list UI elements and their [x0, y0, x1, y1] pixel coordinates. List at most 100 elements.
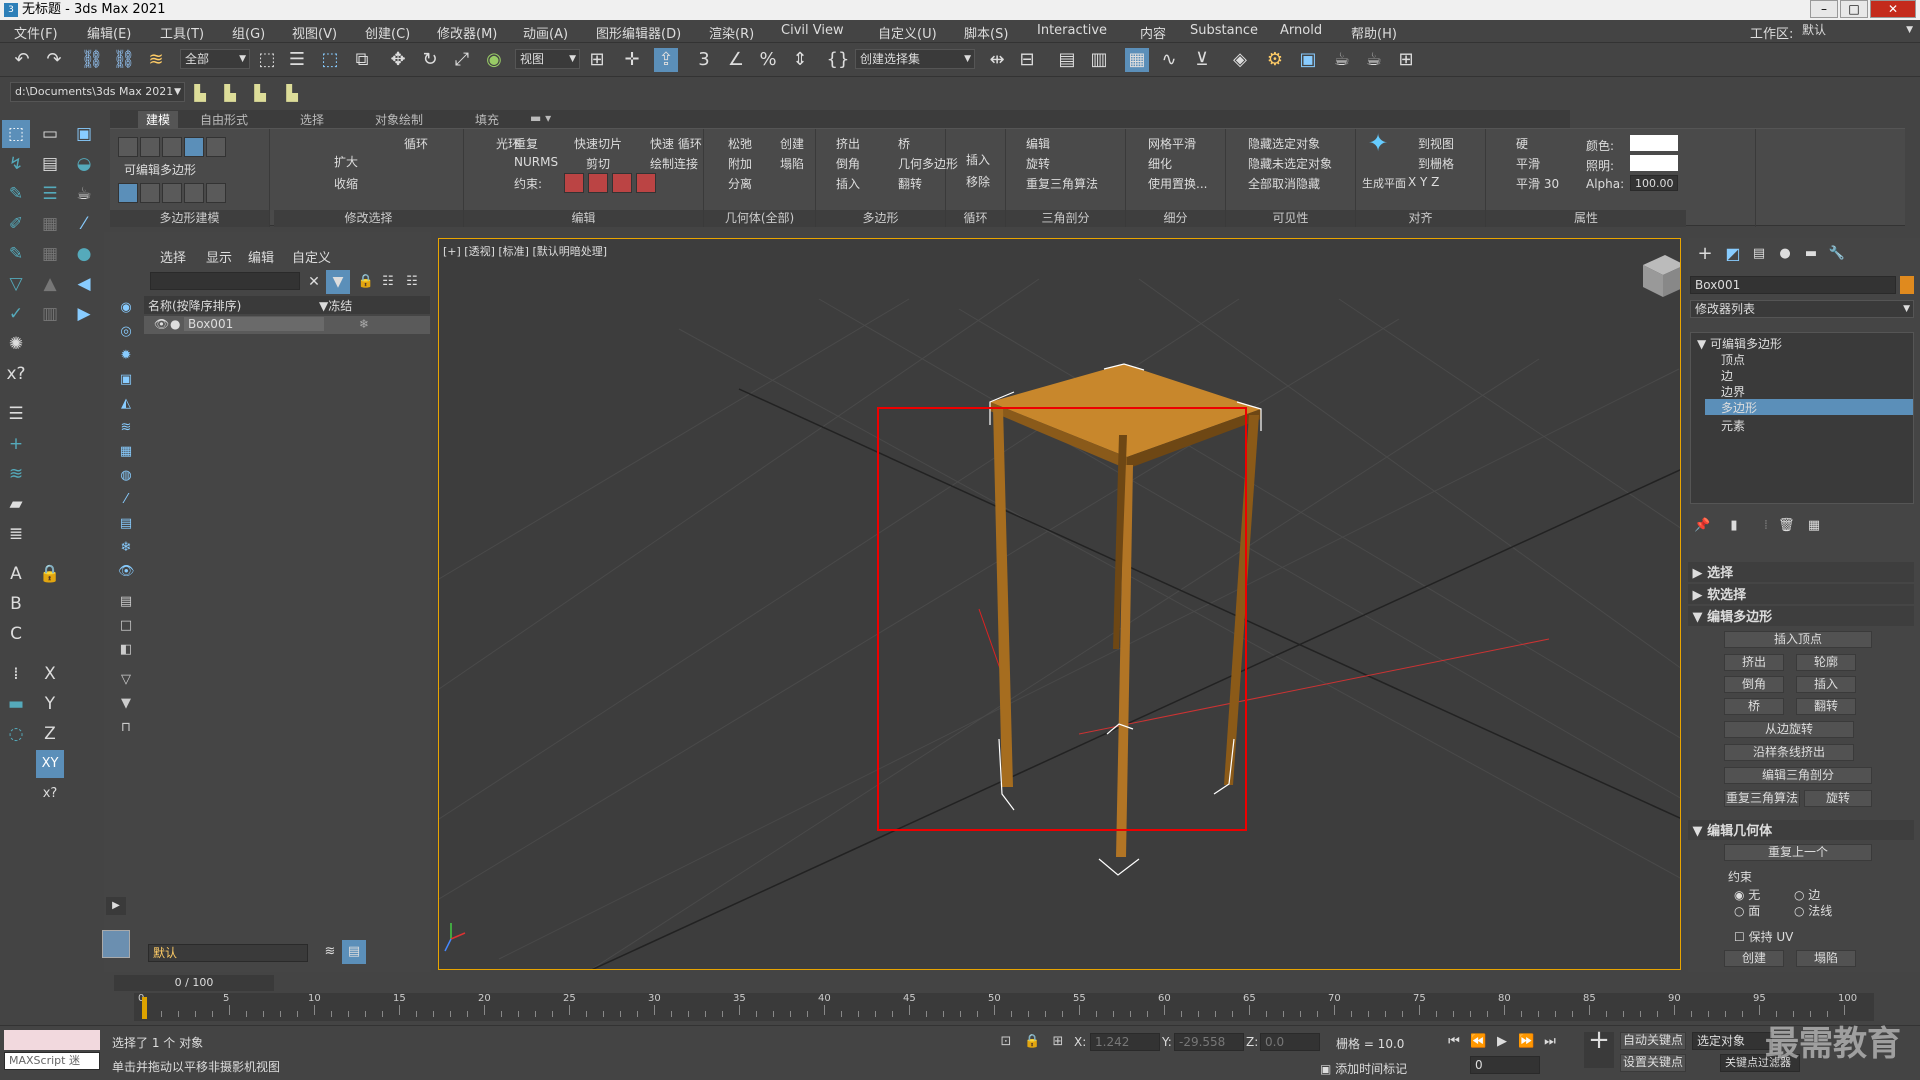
menu-file[interactable]: 文件(F): [14, 23, 58, 42]
col-name-header[interactable]: 名称(按降序排序): [148, 297, 241, 314]
schematic-view-icon[interactable]: ⊻: [1190, 48, 1214, 72]
keyboard-shortcut-toggle-icon[interactable]: ⇪: [654, 48, 678, 72]
mirror-icon[interactable]: ⇹: [985, 48, 1009, 72]
bevel-button[interactable]: 倒角: [836, 155, 860, 172]
align-footer[interactable]: 对齐: [1356, 210, 1485, 227]
clear-search-icon[interactable]: ✕: [302, 270, 326, 294]
make-unique-icon[interactable]: ⁞: [1758, 518, 1774, 534]
circle-dotted-icon[interactable]: ◌: [2, 720, 30, 748]
explorer-tab-edit[interactable]: 编辑: [248, 247, 274, 266]
bind-spacewarp-icon[interactable]: ≋: [144, 48, 168, 72]
undo-icon[interactable]: ↶: [10, 48, 34, 72]
constraint-normal-radio[interactable]: ○ 法线: [1794, 902, 1832, 919]
to-view-button[interactable]: 到视图: [1418, 135, 1454, 152]
next-frame-icon[interactable]: ⏩: [1518, 1034, 1534, 1050]
ref-coord-dropdown[interactable]: 视图 ▼: [515, 49, 580, 69]
paint-connect-button[interactable]: 绘制连接: [650, 155, 698, 172]
grow-button[interactable]: 扩大: [334, 153, 358, 170]
display-invert-icon[interactable]: ◧: [118, 642, 134, 658]
sketch-icon[interactable]: ✎: [2, 240, 30, 268]
material-editor-icon[interactable]: ◈: [1228, 48, 1252, 72]
absolute-mode-icon[interactable]: ⊞: [1050, 1034, 1066, 1050]
unlink-icon[interactable]: ⛓: [112, 48, 136, 72]
create-button[interactable]: 创建: [780, 135, 804, 152]
redo-icon[interactable]: ↷: [42, 48, 66, 72]
stack-item-border[interactable]: 边界: [1721, 383, 1745, 400]
flip-button[interactable]: 翻转: [898, 175, 922, 192]
stack-item-editpoly[interactable]: ▼ 可编辑多边形: [1697, 335, 1782, 352]
display-lights-icon[interactable]: ✹: [118, 348, 134, 364]
vertex-mode-icon[interactable]: [118, 137, 138, 157]
constraint-none-icon[interactable]: [564, 173, 584, 193]
polygon-mode-icon[interactable]: [184, 137, 204, 157]
maxscript-input[interactable]: MAXScript 迷: [4, 1052, 100, 1070]
maxscript-listener-pink[interactable]: [4, 1030, 100, 1050]
visibility-eye-icon[interactable]: 👁: [154, 317, 169, 331]
explorer-tab-select[interactable]: 选择: [160, 247, 186, 266]
tab-freeform[interactable]: 自由形式: [200, 111, 248, 128]
subdiv-footer[interactable]: 细分: [1126, 210, 1225, 227]
time-slider[interactable]: 0 / 100: [114, 975, 274, 991]
y-coord-input[interactable]: -29.558: [1174, 1033, 1244, 1051]
loops-footer[interactable]: 循环: [946, 210, 1005, 227]
color-swatch[interactable]: [1630, 135, 1678, 151]
detach-button[interactable]: 分离: [728, 175, 752, 192]
quickslice-button[interactable]: 快速切片: [574, 135, 622, 152]
window-crossing-icon[interactable]: ⧉: [350, 48, 374, 72]
viewport-thumb-icon[interactable]: [102, 930, 130, 958]
object-name[interactable]: Box001: [184, 317, 324, 331]
scene-explorer-icon[interactable]: ▦: [1125, 48, 1149, 72]
layer-explorer-icon[interactable]: ▤: [1055, 48, 1079, 72]
repeat-last-button[interactable]: 重复上一个: [1724, 844, 1872, 861]
visibility-footer[interactable]: 可见性: [1226, 210, 1355, 227]
menu-arnold[interactable]: Arnold: [1280, 23, 1322, 38]
inset-button[interactable]: 插入: [836, 175, 860, 192]
create-box-icon[interactable]: ▭: [36, 120, 64, 148]
menu-animation[interactable]: 动画(A): [523, 23, 568, 42]
display-tab-icon[interactable]: ▬: [1800, 246, 1822, 268]
rotate-icon[interactable]: ↻: [418, 48, 442, 72]
container-close-icon[interactable]: ▙: [280, 81, 304, 105]
freeze-icon[interactable]: ▰: [2, 490, 30, 518]
geometry-footer[interactable]: 几何体(全部): [704, 210, 815, 227]
find-icon[interactable]: ▽: [118, 672, 134, 688]
render-iterative-icon[interactable]: ☕: [1362, 48, 1386, 72]
auto-key-button[interactable]: 自动关键点: [1620, 1032, 1686, 1050]
explorer-tab-display[interactable]: 显示: [206, 247, 232, 266]
tab-object-paint[interactable]: 对象绘制: [375, 111, 423, 128]
hide-unselected-button[interactable]: 隐藏未选定对象: [1248, 155, 1332, 172]
stack-item-vertex[interactable]: 顶点: [1721, 351, 1745, 368]
select-tool-icon[interactable]: ⬚: [2, 120, 30, 148]
create-tab-icon[interactable]: +: [1694, 245, 1716, 268]
lasso-icon[interactable]: ↯: [2, 150, 30, 178]
spinner-snap-icon[interactable]: ⇕: [788, 48, 812, 72]
polygons-footer[interactable]: 多边形: [816, 210, 945, 227]
bucket-icon[interactable]: ◒: [70, 150, 98, 178]
rollout-soft-selection[interactable]: ▶ 软选择: [1688, 584, 1914, 604]
tris-footer[interactable]: 三角剖分: [1006, 210, 1125, 227]
stack-item-edge[interactable]: 边: [1721, 367, 1733, 384]
layer-explorer-toggle-icon[interactable]: ▤: [342, 940, 366, 964]
props-footer[interactable]: 属性: [1486, 210, 1686, 227]
ribbon-options-icon[interactable]: ▬ ▾: [530, 111, 551, 125]
quickloop-button[interactable]: 快速 循环: [650, 135, 702, 152]
axis-y-icon[interactable]: Y: [36, 690, 64, 718]
menu-edit[interactable]: 编辑(E): [87, 23, 131, 42]
stack-icon[interactable]: ≋: [2, 460, 30, 488]
select-by-name-icon[interactable]: ☰: [285, 48, 309, 72]
insert-vertex-button[interactable]: 插入顶点: [1724, 631, 1872, 648]
hierarchy-icon[interactable]: ☷: [376, 270, 400, 294]
named-selection-dropdown[interactable]: 创建选择集 ▼: [855, 49, 975, 69]
filter-icon[interactable]: ▼: [326, 270, 350, 294]
freeze-toggle-icon[interactable]: ❄: [359, 317, 369, 331]
set-key-button[interactable]: 设置关键点: [1620, 1054, 1686, 1072]
menu-create[interactable]: 创建(C): [365, 23, 410, 42]
perspective-viewport[interactable]: [+] [透视] [标准] [默认明暗处理]: [438, 238, 1681, 970]
text-a-icon[interactable]: A: [2, 560, 30, 588]
display-all-icon[interactable]: ▤: [118, 594, 134, 610]
bulb-icon[interactable]: ✺: [2, 330, 30, 358]
display-bones-icon[interactable]: ⁄: [118, 492, 134, 508]
axis-xy-icon[interactable]: XY: [36, 750, 64, 778]
prev-frame-icon[interactable]: ⏪: [1470, 1034, 1486, 1050]
smooth-button[interactable]: 平滑: [1516, 155, 1540, 172]
